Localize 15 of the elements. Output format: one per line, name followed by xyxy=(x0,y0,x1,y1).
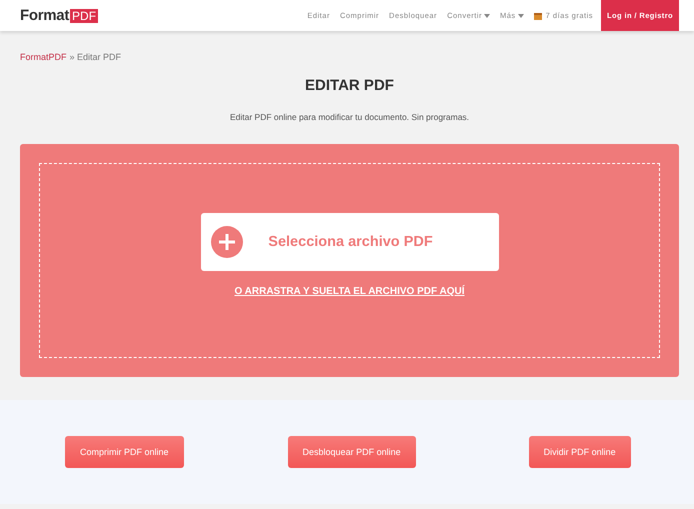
breadcrumb-current: » Editar PDF xyxy=(70,52,122,62)
breadcrumb-link[interactable]: FormatPDF xyxy=(20,52,67,62)
logo-badge[interactable]: PDF xyxy=(70,8,98,22)
drop-link[interactable]: O ARRASTRA Y SUELTA EL ARCHIVO PDF AQUÍ xyxy=(234,286,464,297)
plus-icon xyxy=(210,226,242,258)
select-file-button[interactable]: Selecciona archivo PDF xyxy=(200,213,498,271)
caret-icon xyxy=(484,14,490,18)
tool-button[interactable]: Comprimir PDF online xyxy=(65,436,184,468)
page-subtitle: Editar PDF online para modificar tu documento. Sin programas. xyxy=(228,112,470,122)
drop-zone[interactable]: Selecciona archivo PDF O ARRASTRA Y SUELTA EL ARCHIVO PDF AQUÍ xyxy=(39,163,660,358)
logo-text[interactable]: Format xyxy=(20,7,70,24)
caret-icon xyxy=(518,14,524,18)
tool-button[interactable]: Dividir PDF online xyxy=(528,436,631,468)
page-title: EDITAR PDF xyxy=(304,77,395,94)
tool-button[interactable]: Desbloquear PDF online xyxy=(288,436,416,468)
